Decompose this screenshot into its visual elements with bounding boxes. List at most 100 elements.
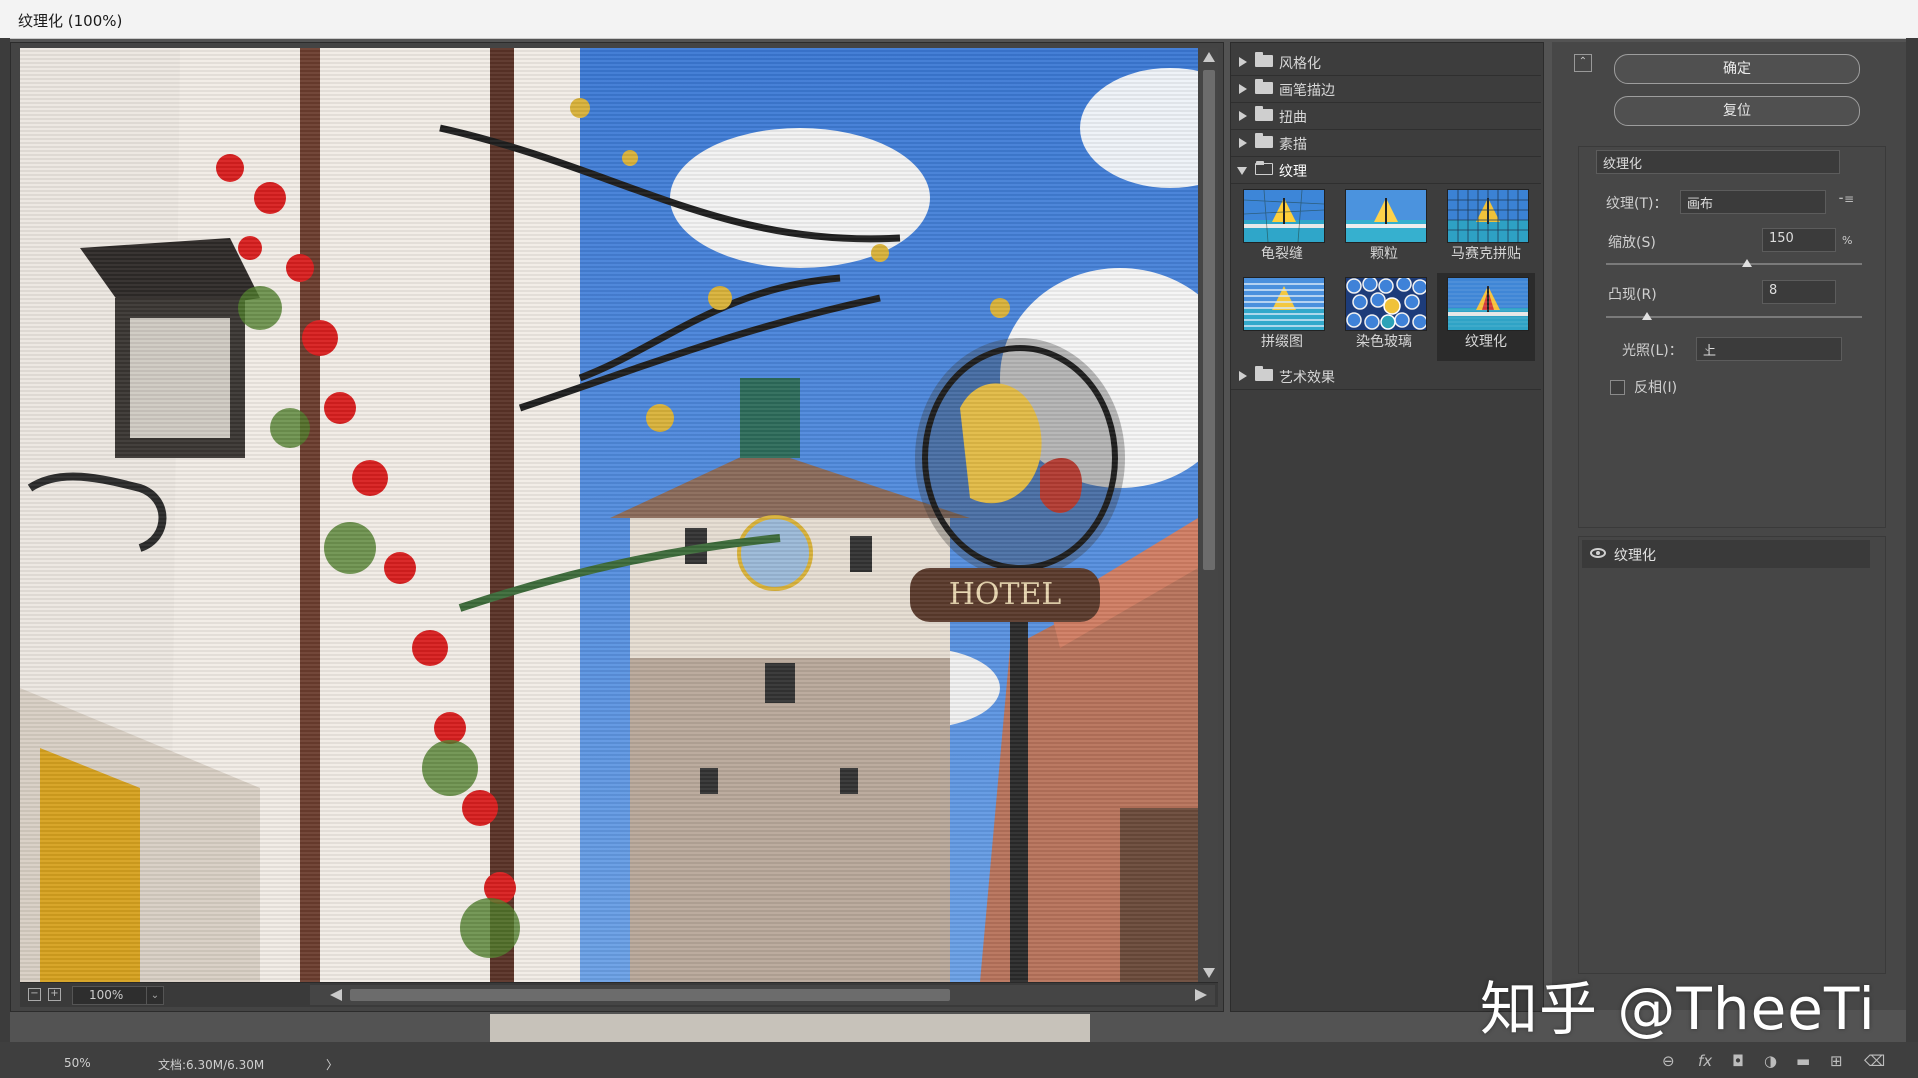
relief-input[interactable]: 8 bbox=[1762, 280, 1836, 304]
new-layer-icon[interactable]: ⊞ bbox=[1830, 1052, 1843, 1070]
watermark: 知乎 @TheeTi bbox=[1480, 975, 1876, 1043]
chevron-down-icon: ⌄ bbox=[1603, 154, 1613, 167]
expand-arrow-icon bbox=[1239, 111, 1247, 121]
scroll-left-arrow-icon[interactable] bbox=[330, 989, 342, 1001]
folder-icon bbox=[1255, 366, 1273, 381]
filter-thumbnail bbox=[1345, 277, 1427, 331]
folder-icon bbox=[1255, 133, 1273, 148]
folder-icon bbox=[1255, 106, 1273, 121]
category-label: 画笔描边 bbox=[1279, 83, 1335, 99]
scroll-down-arrow-icon[interactable] bbox=[1203, 968, 1215, 978]
scale-unit: % bbox=[1842, 234, 1853, 247]
document-canvas-strip bbox=[490, 1014, 1090, 1042]
status-menu-arrow-icon[interactable]: 〉 bbox=[326, 1056, 338, 1073]
filter-thumbnail bbox=[1243, 277, 1325, 331]
status-zoom[interactable]: 50% bbox=[64, 1056, 91, 1070]
app-left-toolbar-edge bbox=[0, 38, 10, 1078]
category-sketch[interactable]: 素描 bbox=[1231, 130, 1541, 157]
delete-icon[interactable]: ⌫ bbox=[1864, 1052, 1885, 1070]
dialog-title: 纹理化 (100%) bbox=[18, 12, 123, 30]
zoom-level-select[interactable]: 100% ⌄ bbox=[72, 986, 164, 1005]
preview-footer: − + 100% ⌄ bbox=[20, 982, 1218, 1007]
filter-label: 染色玻璃 bbox=[1356, 334, 1412, 350]
effect-layers-panel bbox=[1578, 536, 1886, 974]
eye-visibility-icon[interactable] bbox=[1590, 548, 1606, 558]
filter-texturizer[interactable]: 纹理化 bbox=[1437, 273, 1535, 361]
filter-patchwork[interactable]: 拼缀图 bbox=[1233, 273, 1331, 361]
collapse-arrow-icon bbox=[1237, 167, 1247, 175]
category-stylize[interactable]: 风格化 bbox=[1231, 49, 1541, 76]
invert-checkbox[interactable] bbox=[1610, 380, 1625, 395]
scale-value: 150 bbox=[1769, 231, 1794, 246]
folder-icon bbox=[1255, 79, 1273, 94]
scale-label: 缩放(S) bbox=[1608, 235, 1656, 251]
filter-grain[interactable]: 颗粒 bbox=[1335, 185, 1433, 273]
relief-value: 8 bbox=[1769, 283, 1778, 298]
preview-image[interactable]: HOTEL bbox=[20, 48, 1198, 982]
texture-select[interactable]: 画布 ⌄ bbox=[1680, 190, 1826, 214]
effect-layer-label: 纹理化 bbox=[1614, 548, 1656, 564]
fx-icon[interactable]: fx bbox=[1698, 1052, 1712, 1070]
status-bar bbox=[0, 1042, 1918, 1078]
app-right-panel-edge bbox=[1906, 38, 1918, 1078]
filter-label: 马赛克拼贴 bbox=[1451, 246, 1521, 262]
invert-label: 反相(I) bbox=[1634, 380, 1678, 396]
zoom-level-value: 100% bbox=[89, 988, 124, 1002]
chevron-down-icon: ⌄ bbox=[146, 987, 163, 1004]
light-label: 光照(L)： bbox=[1622, 343, 1683, 359]
expand-arrow-icon bbox=[1239, 84, 1247, 94]
expand-arrow-icon bbox=[1239, 138, 1247, 148]
horizontal-scroll-thumb[interactable] bbox=[350, 989, 950, 1001]
filter-label: 拼缀图 bbox=[1261, 334, 1303, 350]
category-label: 素描 bbox=[1279, 137, 1307, 153]
scroll-up-arrow-icon[interactable] bbox=[1203, 52, 1215, 62]
filter-select[interactable]: 纹理化 ⌄ bbox=[1596, 150, 1840, 174]
scale-slider-handle[interactable] bbox=[1741, 259, 1752, 267]
status-document-size: 文档:6.30M/6.30M bbox=[158, 1058, 265, 1072]
filter-label: 龟裂缝 bbox=[1261, 246, 1303, 262]
new-group-icon[interactable]: ▬ bbox=[1796, 1052, 1810, 1070]
scale-slider-track[interactable] bbox=[1606, 263, 1862, 265]
relief-slider-handle[interactable] bbox=[1641, 312, 1652, 320]
preview-vertical-scrollbar[interactable] bbox=[1200, 48, 1218, 982]
zoom-out-icon[interactable]: − bbox=[28, 988, 41, 1001]
textured-street-photo: HOTEL bbox=[20, 48, 1198, 982]
category-texture[interactable]: 纹理 bbox=[1231, 157, 1541, 184]
filter-thumbnail bbox=[1243, 189, 1325, 243]
filter-gallery-panel: 风格化 画笔描边 扭曲 素描 纹理 龟裂缝 颗粒 马赛克拼贴 拼缀图 染色玻璃 … bbox=[1230, 42, 1544, 1012]
ok-button[interactable]: 确定 bbox=[1614, 54, 1860, 84]
expand-arrow-icon bbox=[1239, 57, 1247, 67]
category-label: 风格化 bbox=[1279, 56, 1321, 72]
adjustment-layer-icon[interactable]: ◑ bbox=[1764, 1052, 1777, 1070]
chevron-down-icon: ⌄ bbox=[1687, 194, 1697, 207]
category-artistic[interactable]: 艺术效果 bbox=[1231, 363, 1541, 390]
expand-arrow-icon bbox=[1239, 371, 1247, 381]
folder-icon bbox=[1255, 52, 1273, 67]
collapse-gallery-icon[interactable]: ⌃ bbox=[1574, 54, 1592, 72]
dialog-title-bar: 纹理化 (100%) bbox=[0, 0, 1918, 39]
preview-horizontal-scrollbar[interactable] bbox=[310, 985, 1215, 1005]
category-label: 艺术效果 bbox=[1279, 370, 1335, 386]
texture-label: 纹理(T)： bbox=[1606, 196, 1668, 212]
filter-label: 纹理化 bbox=[1465, 334, 1507, 350]
scroll-right-arrow-icon[interactable] bbox=[1195, 989, 1207, 1001]
filter-stained-glass[interactable]: 染色玻璃 bbox=[1335, 273, 1433, 361]
zoom-in-icon[interactable]: + bbox=[48, 988, 61, 1001]
texture-menu-icon[interactable]: ⁃≡ bbox=[1838, 192, 1854, 206]
add-mask-icon[interactable]: ◘ bbox=[1732, 1052, 1744, 1070]
open-folder-icon bbox=[1255, 161, 1273, 175]
filter-craquelure[interactable]: 龟裂缝 bbox=[1233, 185, 1331, 273]
link-layers-icon[interactable]: ⊖ bbox=[1662, 1052, 1675, 1070]
scale-input[interactable]: 150 bbox=[1762, 228, 1836, 252]
filter-thumbnail bbox=[1447, 189, 1529, 243]
category-distort[interactable]: 扭曲 bbox=[1231, 103, 1541, 130]
filter-thumbnail bbox=[1447, 277, 1529, 331]
vertical-scroll-thumb[interactable] bbox=[1203, 70, 1215, 570]
category-brush-strokes[interactable]: 画笔描边 bbox=[1231, 76, 1541, 103]
category-label: 纹理 bbox=[1279, 164, 1307, 180]
relief-label: 凸现(R) bbox=[1608, 287, 1657, 303]
filter-mosaic-tiles[interactable]: 马赛克拼贴 bbox=[1437, 185, 1535, 273]
category-label: 扭曲 bbox=[1279, 110, 1307, 126]
reset-button[interactable]: 复位 bbox=[1614, 96, 1860, 126]
light-select[interactable]: 上 ⌄ bbox=[1696, 337, 1842, 361]
